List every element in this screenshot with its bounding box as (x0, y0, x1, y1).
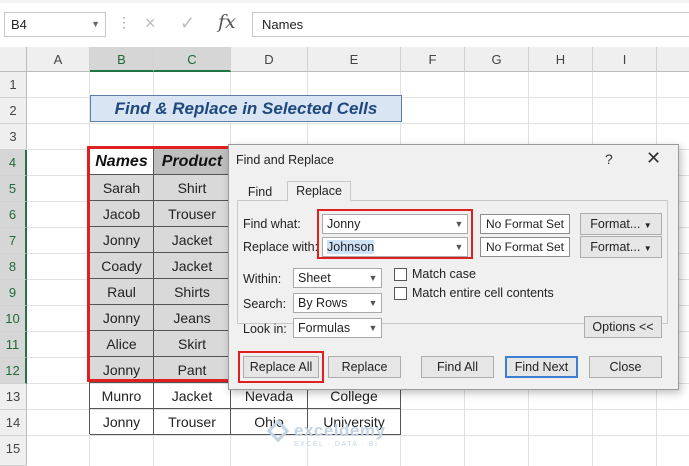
cell-product[interactable]: Trouser (154, 409, 231, 435)
look-in-label: Look in: (243, 322, 287, 336)
look-in-value: Formulas (298, 321, 351, 335)
column-header-a[interactable]: A (27, 47, 90, 72)
chevron-down-icon[interactable]: ▼ (365, 319, 381, 337)
within-label: Within: (243, 272, 282, 286)
search-select[interactable]: By Rows ▼ (293, 293, 382, 313)
column-header-h[interactable]: H (529, 47, 593, 72)
sheet-title[interactable]: Find & Replace in Selected Cells (90, 95, 402, 122)
look-in-select[interactable]: Formulas ▼ (293, 318, 382, 338)
column-header-g[interactable]: G (465, 47, 529, 72)
row-header-3[interactable]: 3 (0, 124, 27, 150)
match-case-label: Match case (412, 267, 476, 281)
row-header-13[interactable]: 13 (0, 384, 27, 410)
row-header-5[interactable]: 5 (0, 176, 27, 202)
replace-format-button[interactable]: Format... ▼ (580, 236, 662, 258)
tab-replace[interactable]: Replace (287, 181, 351, 202)
row-header-14[interactable]: 14 (0, 410, 27, 436)
cancel-icon[interactable]: × (145, 13, 156, 34)
column-header-d[interactable]: D (231, 47, 308, 72)
row-header-2[interactable]: 2 (0, 98, 27, 124)
match-case-checkbox[interactable] (394, 268, 407, 281)
replace-button[interactable]: Replace (328, 356, 401, 378)
row-header-12[interactable]: 12 (0, 358, 27, 384)
chevron-down-icon[interactable]: ▼ (451, 238, 467, 256)
chevron-down-icon[interactable]: ▼ (91, 19, 100, 29)
within-select[interactable]: Sheet ▼ (293, 268, 382, 288)
cell-product[interactable]: Jacket (154, 383, 231, 409)
dialog-title: Find and Replace (236, 153, 334, 167)
find-replace-dialog: Find and Replace ? ✕ Find Replace Find w… (228, 144, 679, 390)
name-box[interactable]: B4 ▼ (4, 12, 106, 37)
match-entire-checkbox[interactable] (394, 287, 407, 300)
row-header-4[interactable]: 4 (0, 150, 27, 176)
row-header-9[interactable]: 9 (0, 280, 27, 306)
search-value: By Rows (298, 296, 348, 310)
watermark-logo: exceldemy EXCEL · DATA · BI (266, 419, 386, 448)
find-format-preview: No Format Set (480, 214, 570, 234)
find-next-button[interactable]: Find Next (505, 356, 578, 378)
options-button[interactable]: Options << (584, 316, 662, 338)
column-header-j[interactable] (657, 47, 689, 72)
select-all-corner[interactable] (0, 47, 27, 72)
close-icon[interactable]: ✕ (646, 148, 661, 169)
button-highlight (238, 351, 324, 383)
replace-with-label: Replace with: (243, 240, 319, 254)
match-entire-label: Match entire cell contents (412, 286, 554, 300)
column-header-c[interactable]: C (154, 47, 231, 72)
search-label: Search: (243, 297, 287, 311)
insert-function-icon[interactable]: fx (218, 11, 236, 33)
find-all-button[interactable]: Find All (421, 356, 494, 378)
chevron-down-icon[interactable]: ▼ (365, 294, 381, 312)
find-format-label: Format... (590, 217, 641, 231)
replace-format-label: Format... (590, 240, 641, 254)
replace-format-preview: No Format Set (480, 237, 570, 257)
chevron-down-icon[interactable]: ▼ (365, 269, 381, 287)
watermark-tagline: EXCEL · DATA · BI (294, 441, 379, 448)
more-icon[interactable]: ⋮ (117, 14, 131, 31)
within-value: Sheet (298, 271, 331, 285)
row-header-10[interactable]: 10 (0, 306, 27, 332)
find-format-button[interactable]: Format... ▼ (580, 213, 662, 235)
cell-name[interactable]: Munro (90, 383, 154, 409)
formula-value: Names (262, 17, 304, 32)
find-what-label: Find what: (243, 217, 301, 231)
formula-input[interactable]: Names (252, 12, 689, 37)
ribbon-edge (0, 0, 689, 3)
cell-name[interactable]: Jonny (90, 409, 154, 435)
name-box-value: B4 (11, 17, 27, 32)
row-header-8[interactable]: 8 (0, 254, 27, 280)
close-button[interactable]: Close (589, 356, 662, 378)
column-header-b[interactable]: B (90, 47, 154, 72)
dropdown-arrow-icon: ▼ (643, 221, 652, 230)
row-header-15[interactable]: 15 (0, 436, 27, 466)
enter-icon[interactable]: ✓ (180, 13, 195, 34)
help-icon[interactable]: ? (605, 151, 613, 167)
replace-with-input[interactable]: Johnson ▼ (322, 237, 468, 257)
row-header-6[interactable]: 6 (0, 202, 27, 228)
dropdown-arrow-icon: ▼ (643, 244, 652, 253)
row-header-7[interactable]: 7 (0, 228, 27, 254)
row-header-1[interactable]: 1 (0, 72, 27, 98)
column-header-f[interactable]: F (401, 47, 465, 72)
tab-find[interactable]: Find (240, 183, 280, 201)
watermark-name: exceldemy (294, 421, 386, 440)
selection-highlight (87, 146, 231, 382)
column-header-e[interactable]: E (308, 47, 401, 72)
gridline (27, 123, 689, 124)
replace-with-value: Johnson (327, 240, 375, 254)
row-header-11[interactable]: 11 (0, 332, 27, 358)
column-header-i[interactable]: I (593, 47, 657, 72)
